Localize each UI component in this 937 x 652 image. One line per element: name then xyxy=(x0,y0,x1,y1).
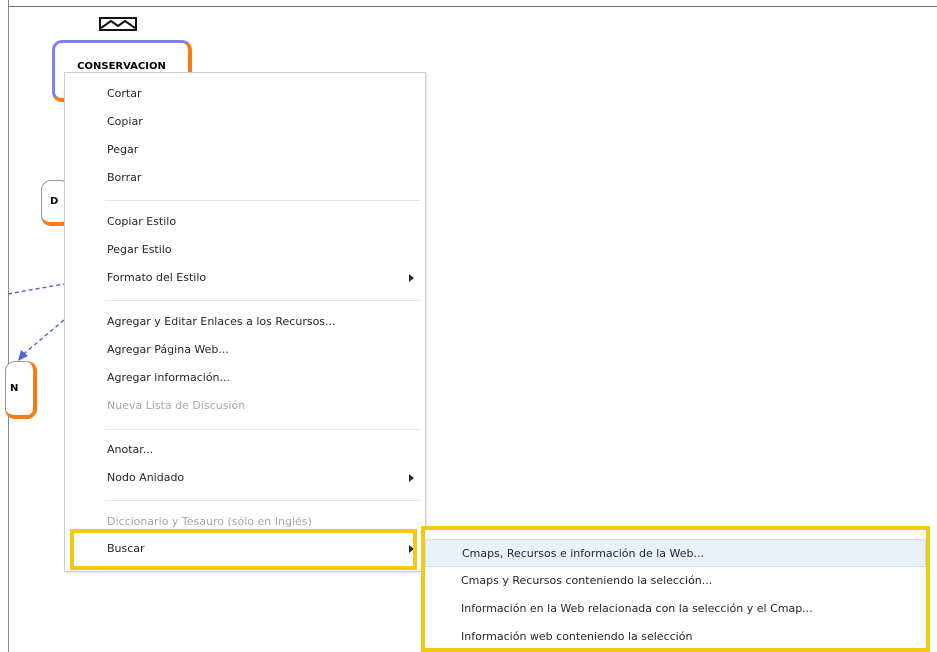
menu-item-label: Agregar Página Web... xyxy=(107,343,229,356)
concept-map-canvas[interactable]: CONSERVACIÓN D N Cortar Copiar Pegar Bor… xyxy=(0,0,937,652)
link-line-to-n-node xyxy=(19,319,65,358)
canvas-top-border xyxy=(8,6,937,7)
menu-item-buscar[interactable]: Buscar xyxy=(65,535,425,563)
concept-node-partial-n[interactable]: N xyxy=(5,361,37,419)
resize-handle-icon[interactable] xyxy=(99,17,137,31)
menu-item-pegar-estilo[interactable]: Pegar Estilo xyxy=(65,236,425,264)
submenu-item-cmaps-recursos-web[interactable]: Cmaps, Recursos e información de la Web.… xyxy=(425,539,926,567)
menu-item-agregar-informacion[interactable]: Agregar información... xyxy=(65,364,425,392)
menu-item-agregar-pagina-web[interactable]: Agregar Página Web... xyxy=(65,336,425,364)
menu-item-anotar[interactable]: Anotar... xyxy=(65,436,425,464)
menu-item-label: Pegar Estilo xyxy=(107,243,172,256)
submenu-item-informacion-web-seleccion[interactable]: Información web conteniendo la selección xyxy=(425,623,926,651)
submenu-item-label: Información web conteniendo la selección xyxy=(461,630,693,643)
menu-item-agregar-enlaces[interactable]: Agregar y Editar Enlaces a los Recursos.… xyxy=(65,308,425,336)
menu-item-label: Formato del Estilo xyxy=(107,271,207,284)
menu-item-label: Anotar... xyxy=(107,443,154,456)
link-line-to-left-edge xyxy=(7,283,65,295)
menu-item-nodo-anidado[interactable]: Nodo Anidado xyxy=(65,464,425,492)
concept-node-label: CONSERVACIÓN xyxy=(77,61,166,72)
chevron-right-icon xyxy=(409,274,414,282)
menu-item-formato-del-estilo[interactable]: Formato del Estilo xyxy=(65,264,425,292)
concept-node-label: D xyxy=(50,196,59,207)
concept-node-label: N xyxy=(10,383,19,394)
menu-item-pegar[interactable]: Pegar xyxy=(65,136,425,164)
menu-item-label: Copiar Estilo xyxy=(107,215,177,228)
submenu-item-label: Información en la Web relacionada con la… xyxy=(461,602,813,615)
menu-separator xyxy=(105,500,421,501)
chevron-right-icon xyxy=(409,474,414,482)
menu-separator xyxy=(105,200,421,201)
menu-item-copiar-estilo[interactable]: Copiar Estilo xyxy=(65,208,425,236)
menu-item-diccionario-tesauro: Diccionario y Tesauro (sólo en Inglés) xyxy=(65,508,425,536)
menu-item-label: Nueva Lista de Discusión xyxy=(107,399,246,412)
resize-handle-glyph xyxy=(101,19,135,29)
menu-item-label: Diccionario y Tesauro (sólo en Inglés) xyxy=(107,515,312,528)
menu-item-copiar[interactable]: Copiar xyxy=(65,108,425,136)
canvas-left-border xyxy=(8,0,9,652)
submenu-item-label: Cmaps, Recursos e información de la Web.… xyxy=(462,547,704,560)
submenu-item-cmaps-recursos-seleccion[interactable]: Cmaps y Recursos conteniendo la selecció… xyxy=(425,567,926,595)
submenu-item-informacion-web-relacionada[interactable]: Información en la Web relacionada con la… xyxy=(425,595,926,623)
menu-item-label: Cortar xyxy=(107,87,142,100)
menu-item-label: Nodo Anidado xyxy=(107,471,185,484)
menu-item-borrar[interactable]: Borrar xyxy=(65,164,425,192)
menu-item-label: Agregar información... xyxy=(107,371,231,384)
link-arrowhead xyxy=(18,350,28,361)
menu-item-label: Borrar xyxy=(107,171,142,184)
menu-item-label: Copiar xyxy=(107,115,143,128)
buscar-submenu[interactable]: Cmaps, Recursos e información de la Web.… xyxy=(421,526,930,652)
menu-item-label: Pegar xyxy=(107,143,139,156)
menu-item-label: Buscar xyxy=(107,542,145,555)
submenu-item-label: Cmaps y Recursos conteniendo la selecció… xyxy=(461,574,713,587)
menu-item-label: Agregar y Editar Enlaces a los Recursos.… xyxy=(107,315,336,328)
menu-item-nueva-lista-discusion: Nueva Lista de Discusión xyxy=(65,392,425,420)
menu-separator xyxy=(105,429,421,430)
chevron-right-icon xyxy=(409,545,414,553)
menu-separator xyxy=(105,300,421,301)
context-menu[interactable]: Cortar Copiar Pegar Borrar Copiar Estilo… xyxy=(64,72,426,572)
menu-item-cortar[interactable]: Cortar xyxy=(65,80,425,108)
